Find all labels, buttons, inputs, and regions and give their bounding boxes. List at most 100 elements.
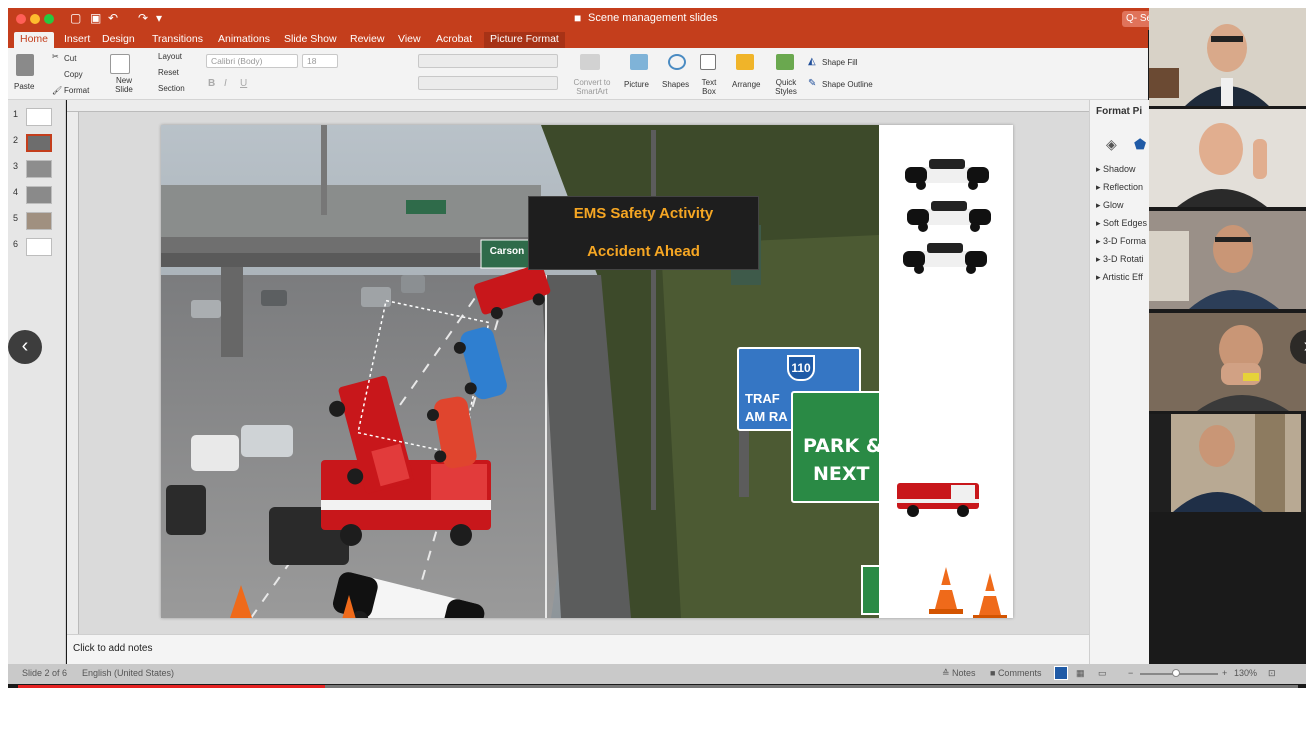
redo-icon[interactable]: ↷: [138, 11, 148, 25]
format-item-3d-format[interactable]: ▸ 3-D Forma: [1096, 236, 1146, 247]
picture-icon[interactable]: [630, 54, 648, 70]
layout-button[interactable]: Layout: [158, 52, 182, 61]
zoom-window-button[interactable]: [44, 14, 54, 24]
slide-thumbnail-6[interactable]: [26, 238, 52, 256]
italic-icon[interactable]: I: [224, 78, 227, 89]
tab-animations[interactable]: Animations: [212, 32, 276, 48]
language-indicator[interactable]: English (United States): [82, 668, 174, 678]
arrange-icon[interactable]: [736, 54, 754, 70]
new-slide-button[interactable]: New Slide: [112, 76, 136, 94]
customize-toolbar-icon[interactable]: ▾: [156, 11, 162, 25]
slide-thumbnail-1[interactable]: [26, 108, 52, 126]
format-item-reflection[interactable]: ▸ Reflection: [1096, 182, 1143, 193]
cut-button[interactable]: Cut: [64, 54, 76, 63]
tab-transitions[interactable]: Transitions: [146, 32, 209, 48]
participant-video-3: [1149, 211, 1306, 309]
shape-outline-icon[interactable]: ✎: [808, 78, 816, 89]
participant-video-1: [1149, 8, 1306, 106]
convert-smartart-button[interactable]: Convert to SmartArt: [570, 78, 614, 96]
shape-fill-button[interactable]: Shape Fill: [822, 58, 858, 67]
reading-view-icon[interactable]: ▭: [1098, 668, 1107, 679]
notes-pane[interactable]: Click to add notes: [67, 634, 1089, 664]
traffic-cone-image-2[interactable]: [973, 571, 1007, 618]
horizontal-ruler: [67, 100, 1089, 112]
format-item-soft-edges[interactable]: ▸ Soft Edges: [1096, 218, 1147, 229]
shapes-icon[interactable]: [668, 54, 686, 70]
new-slide-icon[interactable]: [110, 54, 130, 74]
sidebar-toggle-icon[interactable]: ▢: [70, 11, 81, 25]
previous-slide-arrow-icon[interactable]: ‹: [8, 330, 42, 364]
traffic-cone-icon: [929, 567, 963, 614]
arrange-button[interactable]: Arrange: [732, 80, 760, 89]
traffic-cone-icon: [973, 573, 1007, 618]
tab-picture-format[interactable]: Picture Format: [484, 32, 565, 48]
tab-design[interactable]: Design: [96, 32, 141, 48]
smartart-icon[interactable]: [580, 54, 600, 70]
zoom-in-icon[interactable]: +: [1222, 668, 1227, 678]
slide-thumbnail-5[interactable]: [26, 212, 52, 230]
scissors-icon[interactable]: ✂: [52, 52, 59, 61]
park-sign: PARK & NEXT: [791, 391, 879, 503]
format-painter-button[interactable]: Format: [64, 86, 89, 95]
ambulance-image[interactable]: [895, 477, 983, 524]
tab-slide-show[interactable]: Slide Show: [278, 32, 343, 48]
tab-review[interactable]: Review: [344, 32, 390, 48]
quick-styles-icon[interactable]: [776, 54, 794, 70]
undo-icon[interactable]: ↶: [108, 11, 118, 25]
police-car-image-1[interactable]: [901, 155, 993, 196]
format-painter-icon[interactable]: 🖌: [52, 86, 62, 95]
font-name-dropdown[interactable]: Calibri (Body): [206, 54, 298, 68]
picture-button[interactable]: Picture: [624, 80, 649, 89]
save-icon[interactable]: ▣: [90, 11, 101, 25]
tab-acrobat[interactable]: Acrobat: [430, 32, 478, 48]
format-item-label: Shadow: [1103, 164, 1136, 174]
close-window-button[interactable]: [16, 14, 26, 24]
zoom-level[interactable]: 130%: [1234, 668, 1257, 678]
tab-view[interactable]: View: [392, 32, 427, 48]
fill-line-icon[interactable]: ◈: [1106, 136, 1117, 153]
slide-thumbnail-2[interactable]: [26, 134, 52, 152]
format-item-label: Reflection: [1103, 182, 1144, 192]
minimize-window-button[interactable]: [30, 14, 40, 24]
format-item-glow[interactable]: ▸ Glow: [1096, 200, 1124, 211]
zoom-out-icon[interactable]: −: [1128, 668, 1133, 678]
font-size-dropdown[interactable]: 18: [302, 54, 338, 68]
text-box-icon[interactable]: [700, 54, 716, 70]
comments-toggle[interactable]: ■ Comments: [990, 668, 1041, 678]
slide-thumbnail-3[interactable]: [26, 160, 52, 178]
text-box-button[interactable]: Text Box: [698, 78, 720, 96]
video-progress-bar[interactable]: [18, 685, 1298, 688]
tab-insert[interactable]: Insert: [58, 32, 96, 48]
format-item-3d-rotation[interactable]: ▸ 3-D Rotati: [1096, 254, 1144, 265]
effects-icon[interactable]: ⬟: [1134, 136, 1146, 153]
quick-styles-button[interactable]: Quick Styles: [772, 78, 800, 96]
slide-sorter-icon[interactable]: ▦: [1076, 668, 1085, 679]
tab-home[interactable]: Home: [14, 32, 55, 48]
alignment-controls[interactable]: [418, 76, 558, 90]
status-bar: Slide 2 of 6 English (United States) ≙ N…: [8, 664, 1306, 684]
shapes-button[interactable]: Shapes: [662, 80, 689, 89]
format-item-shadow[interactable]: ▸ Shadow: [1096, 164, 1136, 175]
underline-icon[interactable]: U: [240, 78, 247, 89]
reset-button[interactable]: Reset: [158, 68, 179, 77]
slide-thumbnail-4[interactable]: [26, 186, 52, 204]
traffic-cone-image-1[interactable]: [929, 565, 963, 618]
notes-placeholder[interactable]: Click to add notes: [73, 643, 153, 654]
slide[interactable]: EMS Safety Activity Accident Ahead Carso…: [161, 125, 1013, 618]
police-car-image-3[interactable]: [899, 239, 991, 280]
normal-view-icon[interactable]: [1054, 666, 1068, 680]
copy-button[interactable]: Copy: [64, 70, 83, 79]
bold-icon[interactable]: B: [208, 78, 215, 89]
notes-toggle[interactable]: ≙ Notes: [942, 668, 976, 679]
carson-sign: Carson: [489, 246, 525, 257]
police-car-image-2[interactable]: [903, 197, 995, 238]
paste-button[interactable]: Paste: [14, 82, 34, 91]
shape-outline-button[interactable]: Shape Outline: [822, 80, 873, 89]
section-button[interactable]: Section: [158, 84, 185, 93]
shape-fill-icon[interactable]: ◭: [808, 56, 816, 67]
zoom-slider-thumb[interactable]: [1172, 669, 1180, 677]
fit-to-window-icon[interactable]: ⊡: [1268, 668, 1276, 679]
clipboard-icon[interactable]: [16, 54, 34, 76]
format-item-artistic-effects[interactable]: ▸ Artistic Eff: [1096, 272, 1143, 283]
paragraph-controls[interactable]: [418, 54, 558, 68]
